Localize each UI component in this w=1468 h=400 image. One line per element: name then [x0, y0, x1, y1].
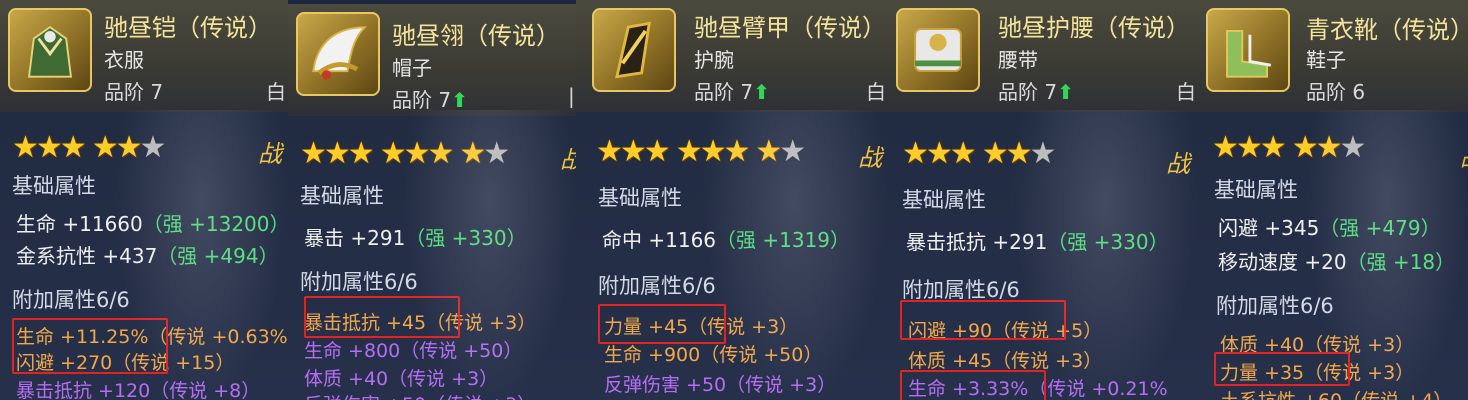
card-header: 青衣靴（传说） 鞋子 品阶 6 — [1198, 0, 1468, 112]
item-tier: 品阶 6 — [1306, 80, 1366, 104]
star-rating: ★★★ ★★★ — [1212, 130, 1366, 165]
combat-power-label: 战 — [1166, 150, 1190, 178]
equipment-card-4: 驰昼护腰（传说） 腰带 品阶 7⬆ 白 ★★★ ★★★ 战 基础属性 暴击抵抗 +… — [888, 0, 1200, 400]
item-name: 驰昼翎（传说） — [392, 22, 560, 50]
star-rating: ★★★ ★★★ — [12, 130, 166, 165]
extra-attributes-title: 附加属性6/6 — [598, 274, 716, 298]
equipment-card-3: 驰昼臂甲（传说） 护腕 品阶 7⬆ 白 ★★★ ★★★ ★★ 战 基础属性 命中 +… — [576, 0, 890, 400]
highlight-box — [12, 318, 168, 374]
cutoff-text: | — [568, 84, 575, 108]
item-tier: 品阶 7⬆ — [694, 80, 770, 104]
card-header: 驰昼护腰（传说） 腰带 品阶 7⬆ 白 — [888, 0, 1198, 112]
combat-power-label: 战 — [1460, 138, 1468, 173]
item-slot: 腰带 — [998, 48, 1038, 72]
tier-up-arrow-icon: ⬆ — [451, 88, 468, 112]
combat-power-label: 战 — [258, 140, 282, 168]
tier-up-arrow-icon: ⬆ — [753, 80, 770, 104]
cutoff-text: 白 — [866, 80, 886, 104]
extra-attribute-row: 暴击抵抗 +120（传说 +8） — [16, 380, 261, 400]
item-slot: 帽子 — [392, 56, 432, 80]
star-rating: ★★★ ★★★ — [902, 136, 1056, 171]
base-attribute-row: 暴击抵抗 +291（强 +330） — [906, 230, 1169, 254]
item-name: 驰昼臂甲（传说） — [694, 14, 886, 42]
base-attribute-row: 闪避 +345（强 +479） — [1218, 216, 1441, 240]
cutoff-text: 白 — [1176, 80, 1196, 104]
belt-icon — [896, 8, 980, 92]
extra-attribute-row: 土系抗性 +60（传说 +4） — [1220, 386, 1452, 400]
combat-power-label: 战 — [858, 144, 882, 172]
card-header: 驰昼臂甲（传说） 护腕 品阶 7⬆ 白 — [576, 0, 888, 112]
cutoff-text: 白 — [266, 80, 286, 104]
star-rating: ★★★ ★★★ ★★ — [300, 136, 510, 171]
equipment-card-2: 驰昼翎（传说） 帽子 品阶 7⬆ | ★★★★★★★★ 战 基础属性 暴击 +2… — [288, 0, 578, 400]
base-attributes-title: 基础属性 — [598, 186, 682, 210]
bracer-icon — [592, 8, 676, 92]
item-tier: 品阶 7⬆ — [392, 88, 468, 112]
equipment-card-5: 青衣靴（传说） 鞋子 品阶 6 ★★★★★★ 战 基础属性 闪避 +345（强 … — [1198, 0, 1468, 400]
extra-attributes-title: 附加属性6/6 — [300, 270, 418, 294]
base-attributes-title: 基础属性 — [12, 174, 96, 198]
star-rating: ★★★ ★★★ ★★ — [596, 134, 806, 169]
extra-attribute-row: 反弹伤害 +50（传说 +3） — [304, 390, 536, 400]
highlight-box — [1214, 352, 1350, 386]
highlight-box — [900, 300, 1066, 340]
extra-attribute-row: 体质 +45（传说 +3） — [908, 350, 1103, 372]
item-name: 驰昼护腰（传说） — [998, 14, 1190, 42]
card-header: 驰昼铠（传说） 衣服 品阶 7 白 — [0, 0, 288, 112]
boots-icon — [1206, 8, 1290, 92]
base-attribute-row: 移动速度 +20（强 +18） — [1218, 250, 1456, 274]
base-attribute-row: 生命 +11660（强 +13200） — [16, 212, 290, 236]
highlight-box — [900, 370, 1046, 400]
extra-attributes-title: 附加属性6/6 — [12, 288, 130, 312]
base-attributes-title: 基础属性 — [1214, 178, 1298, 202]
armor-icon — [8, 8, 92, 92]
item-slot: 鞋子 — [1306, 48, 1346, 72]
item-tier: 品阶 7 — [104, 80, 164, 104]
helmet-icon — [296, 12, 380, 96]
base-attribute-row: 金系抗性 +437（强 +494） — [16, 244, 279, 268]
extra-attribute-row: 反弹伤害 +50（传说 +3） — [604, 374, 837, 396]
item-name: 青衣靴（传说） — [1306, 16, 1468, 44]
item-slot: 护腕 — [694, 48, 734, 72]
base-attribute-row: 命中 +1166（强 +1319） — [602, 228, 851, 252]
extra-attribute-row: 生命 +900（传说 +50） — [604, 344, 823, 366]
item-tier: 品阶 7⬆ — [998, 80, 1074, 104]
item-name: 驰昼铠（传说） — [104, 14, 272, 42]
extra-attributes-title: 附加属性6/6 — [1216, 294, 1334, 318]
item-slot: 衣服 — [104, 48, 144, 72]
extra-attribute-row: 生命 +800（传说 +50） — [304, 340, 523, 362]
highlight-box — [598, 304, 726, 344]
equipment-card-1: 驰昼铠（传说） 衣服 品阶 7 白 ★★★ ★★★ 战 基础属性 生命 +1166… — [0, 0, 290, 400]
highlight-box — [304, 296, 460, 338]
tier-up-arrow-icon: ⬆ — [1057, 80, 1074, 104]
base-attributes-title: 基础属性 — [902, 188, 986, 212]
base-attributes-title: 基础属性 — [300, 184, 384, 208]
extra-attribute-row: 体质 +40（传说 +3） — [304, 368, 499, 390]
card-header: 驰昼翎（传说） 帽子 品阶 7⬆ | — [288, 4, 576, 116]
base-attribute-row: 暴击 +291（强 +330） — [304, 226, 527, 250]
